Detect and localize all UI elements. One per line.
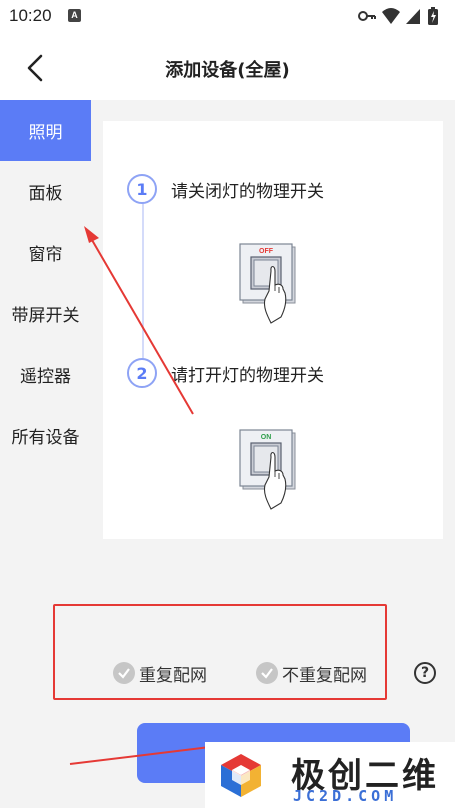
step-1-text: 请关闭灯的物理开关 (171, 181, 324, 202)
step-1-number: 1 (127, 174, 157, 204)
step-1: 1 请关闭灯的物理开关 (127, 173, 324, 205)
on-label: ON (261, 434, 272, 441)
switch-on-illustration: ON (239, 429, 296, 510)
status-icons (357, 6, 447, 26)
annotation-highlight-box (53, 604, 387, 700)
header: 添加设备(全屋) (0, 34, 455, 100)
status-bar: 10:20 A (0, 0, 455, 34)
sidebar-item-curtain[interactable]: 窗帘 (0, 222, 91, 283)
off-label: OFF (259, 248, 274, 255)
signal-icon (406, 9, 420, 24)
sidebar-item-remote[interactable]: 遥控器 (0, 344, 91, 405)
step-2: 2 请打开灯的物理开关 (127, 357, 324, 389)
sidebar-item-panel[interactable]: 面板 (0, 161, 91, 222)
main-content: 1 请关闭灯的物理开关 OFF 2 请打开灯的物理开关 ON (91, 100, 455, 808)
status-time: 10:20 (9, 6, 52, 25)
notification-icon: A (68, 9, 81, 22)
page-title: 添加设备(全屋) (165, 60, 290, 81)
wifi-icon (382, 8, 400, 24)
key-icon (358, 11, 376, 21)
battery-icon (428, 7, 438, 25)
category-sidebar: 照明 面板 窗帘 带屏开关 遥控器 所有设备 (0, 100, 91, 808)
instruction-card: 1 请关闭灯的物理开关 OFF 2 请打开灯的物理开关 ON (103, 121, 443, 539)
sidebar-item-lighting[interactable]: 照明 (0, 100, 91, 161)
step-2-number: 2 (127, 358, 157, 388)
step-2-text: 请打开灯的物理开关 (171, 365, 324, 386)
help-icon[interactable]: ? (414, 662, 436, 684)
sidebar-item-all-devices[interactable]: 所有设备 (0, 405, 91, 466)
watermark-text-en: JC2D.COM (293, 787, 398, 805)
watermark: 极创二维 JC2D.COM (205, 742, 455, 808)
sidebar-item-screen-switch[interactable]: 带屏开关 (0, 283, 91, 344)
switch-off-illustration: OFF (239, 243, 296, 324)
cube-logo-icon (221, 754, 261, 797)
